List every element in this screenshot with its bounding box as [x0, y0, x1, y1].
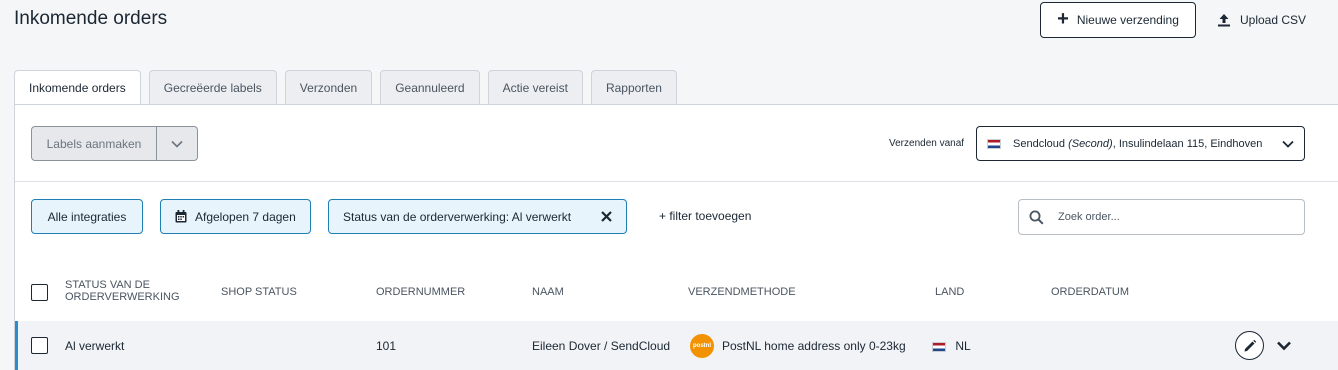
tab-incoming-orders[interactable]: Inkomende orders [14, 70, 141, 105]
ship-from-name: Sendcloud [1013, 137, 1065, 150]
tab-action-required[interactable]: Actie vereist [487, 70, 583, 104]
ship-from-value: Sendcloud (Second), Insulindelaan 115, E… [1013, 138, 1270, 150]
column-order-number[interactable]: ORDERNUMMER [376, 286, 465, 298]
expand-row-button[interactable] [1276, 338, 1292, 356]
column-country[interactable]: LAND [935, 286, 964, 298]
create-labels-dropdown-toggle[interactable] [157, 127, 197, 160]
calendar-icon [175, 210, 187, 223]
netherlands-flag-icon [932, 341, 946, 352]
filter-period-chip[interactable]: Afgelopen 7 dagen [160, 199, 311, 234]
ship-from-select[interactable]: Sendcloud (Second), Insulindelaan 115, E… [976, 126, 1305, 161]
orders-panel: Labels aanmaken Verzenden vanaf Sendclou… [14, 104, 1338, 370]
tab-shipped[interactable]: Verzonden [284, 70, 373, 104]
row-country-code: NL [955, 339, 971, 353]
column-shipping-method[interactable]: VERZENDMETHODE [688, 286, 796, 298]
column-shop-status[interactable]: SHOP STATUS [221, 286, 297, 298]
tab-created-labels[interactable]: Gecreëerde labels [148, 70, 277, 104]
search-icon [1029, 210, 1044, 225]
ship-from-address: , Insulindelaan 115, Eindhoven [1112, 137, 1263, 150]
row-processing-status: Al verwerkt [65, 339, 125, 353]
row-country: NL [932, 339, 971, 353]
upload-csv-button[interactable]: Upload CSV [1216, 2, 1306, 38]
ship-from-label: Verzenden vanaf [889, 138, 965, 149]
tab-bar: Inkomende orders Gecreëerde labels Verzo… [14, 70, 677, 105]
filter-integrations-label: Alle integraties [47, 209, 127, 224]
row-shipping-method: PostNL home address only 0-23kg [722, 339, 906, 353]
filter-integrations-chip[interactable]: Alle integraties [31, 199, 143, 234]
table-header: STATUS VAN DE ORDERVERWERKING SHOP STATU… [15, 269, 1338, 317]
row-name: Eileen Dover / SendCloud [532, 339, 671, 353]
row-checkbox[interactable] [31, 337, 48, 354]
search-box [1018, 199, 1305, 235]
new-shipment-button[interactable]: + Nieuwe verzending [1040, 2, 1196, 38]
column-name[interactable]: NAAM [532, 286, 564, 298]
tab-reports[interactable]: Rapporten [590, 70, 677, 104]
netherlands-flag-icon [987, 138, 1001, 149]
filter-period-label: Afgelopen 7 dagen [195, 209, 296, 224]
chevron-down-icon [1277, 341, 1291, 351]
select-all-checkbox[interactable] [31, 284, 48, 301]
close-icon[interactable] [601, 211, 612, 222]
chevron-down-icon [1282, 140, 1294, 148]
create-labels-split-button: Labels aanmaken [31, 126, 198, 161]
plus-icon: + [1057, 8, 1069, 30]
upload-csv-label: Upload CSV [1240, 13, 1307, 27]
new-shipment-label: Nieuwe verzending [1076, 13, 1179, 27]
ship-from-italic: (Second) [1068, 137, 1113, 150]
row-order-number: 101 [376, 339, 397, 353]
upload-icon [1218, 14, 1230, 27]
page-title: Inkomende orders [14, 8, 168, 29]
table-row[interactable]: Al verwerkt 101 Eileen Dover / SendCloud… [15, 321, 1338, 370]
divider [15, 181, 1338, 182]
create-labels-button[interactable]: Labels aanmaken [32, 127, 157, 160]
filter-status-chip[interactable]: Status van de orderverwerking: Al verwer… [328, 199, 627, 234]
search-input[interactable] [1058, 211, 1278, 223]
tab-cancelled[interactable]: Geannuleerd [380, 70, 480, 104]
column-processing-status[interactable]: STATUS VAN DE ORDERVERWERKING [65, 279, 185, 303]
add-filter-button[interactable]: + filter toevoegen [659, 209, 751, 223]
edit-order-button[interactable] [1235, 331, 1264, 360]
postnl-logo: postnl [690, 334, 714, 358]
filter-status-label: Status van de orderverwerking: Al verwer… [343, 209, 572, 224]
column-order-date[interactable]: ORDERDATUM [1051, 286, 1129, 298]
pencil-icon [1244, 339, 1256, 351]
chevron-down-icon [171, 140, 183, 148]
